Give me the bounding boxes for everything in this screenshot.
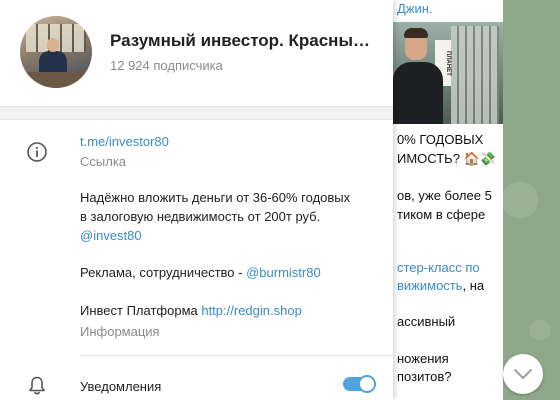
image-person-body — [393, 62, 443, 124]
message-line: ов, уже более 5 — [397, 188, 492, 203]
message-link[interactable]: вижимость — [397, 278, 463, 293]
message-line: тиком в сфере — [397, 207, 486, 222]
toggle-knob — [358, 375, 376, 393]
section-separator — [0, 106, 393, 120]
description-line: в залоговую недвижимость от 200т руб. — [80, 209, 321, 224]
message-line: ножения — [397, 351, 449, 366]
avatar-person-head — [47, 38, 59, 52]
bell-icon — [29, 376, 45, 395]
chat-message[interactable]: Джин. ПЛАНЕТ 0% ГОДОВЫХ ИМОСТЬ? 🏠💸 ов, у… — [393, 0, 503, 400]
image-person-hair — [404, 28, 428, 38]
message-link[interactable]: стер-класс по — [397, 258, 501, 277]
channel-header: Разумный инвестор. Красный ... 12 924 по… — [0, 0, 393, 106]
divider — [80, 355, 393, 356]
channel-link[interactable]: t.me/investor80 — [80, 133, 169, 151]
info-label: Информация — [80, 324, 160, 339]
platform-text: Инвест Платформа — [80, 303, 202, 318]
description-mention[interactable]: @invest80 — [80, 227, 142, 245]
chevron-down-icon — [514, 369, 532, 379]
platform-line: Инвест Платформа http://redgin.shop — [80, 302, 302, 320]
message-image[interactable]: ПЛАНЕТ — [393, 22, 503, 124]
message-line: позитов? — [397, 369, 452, 384]
subscriber-count: 12 924 подписчика — [110, 58, 223, 73]
ads-line: Реклама, сотрудничество - @burmistr80 — [80, 264, 321, 282]
notifications-toggle[interactable] — [343, 375, 376, 393]
channel-link-label: Ссылка — [80, 154, 127, 169]
message-author[interactable]: Джин. — [393, 0, 503, 22]
message-line: 0% ГОДОВЫХ — [397, 132, 484, 147]
message-line-mixed: вижимость, на — [397, 276, 501, 295]
ads-text: Реклама, сотрудничество - — [80, 265, 247, 280]
scroll-down-button[interactable] — [503, 354, 543, 394]
info-icon — [27, 142, 47, 162]
channel-avatar[interactable] — [20, 16, 92, 88]
message-text: , на — [462, 278, 485, 293]
ads-mention[interactable]: @burmistr80 — [246, 265, 321, 280]
message-line: ИМОСТЬ? 🏠💸 — [397, 151, 496, 166]
notifications-label: Уведомления — [80, 379, 162, 394]
image-building — [451, 26, 499, 124]
avatar-table — [20, 72, 92, 88]
platform-link[interactable]: http://redgin.shop — [201, 303, 301, 318]
channel-info-panel: Разумный инвестор. Красный ... 12 924 по… — [0, 0, 393, 400]
description-line: Надёжно вложить деньги от 36-60% годовых — [80, 190, 351, 205]
message-line: ассивный — [397, 314, 456, 329]
channel-title: Разумный инвестор. Красный ... — [110, 31, 380, 50]
